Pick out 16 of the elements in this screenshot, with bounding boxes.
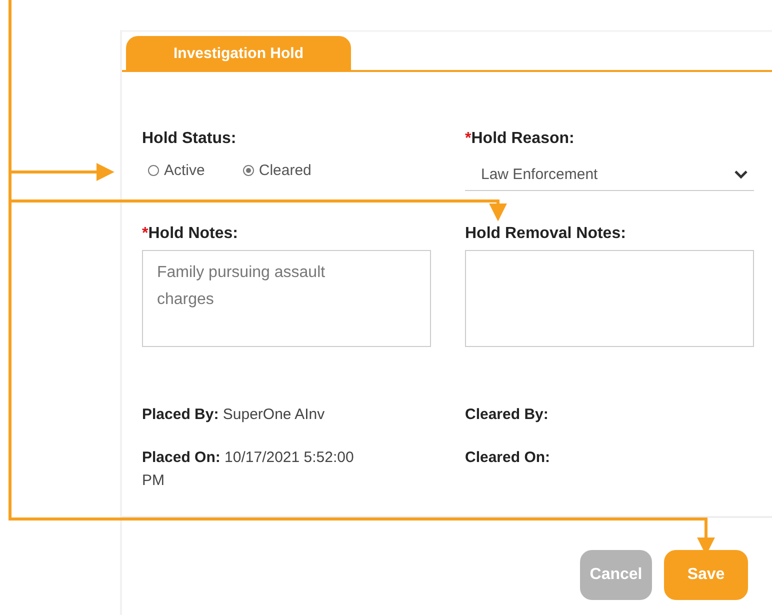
radio-label[interactable]: Cleared [258,162,312,179]
reason-dropdown[interactable]: Law Enforcement [465,158,754,191]
detail-text: Placed On: 10/17/2021 5:52:00 PM [142,448,355,491]
detail-text: Cleared By: [465,405,550,425]
detail-text: Cleared On: [465,448,552,468]
removal-notes-field[interactable] [465,250,754,347]
notes-field[interactable]: Family pursuing assault charges [142,250,431,347]
field-label: Hold Removal Notes: [465,225,626,243]
field-label: Hold Status: [142,130,236,148]
radio-button[interactable] [148,165,159,176]
radio-button[interactable] [242,165,254,176]
field-label: *Hold Reason: [465,130,574,148]
detail-text: Placed By: SuperOne AInv [142,405,326,425]
chevron-down-icon [734,170,748,178]
radio-label[interactable]: Active [164,162,205,179]
field-label: *Hold Notes: [142,225,238,243]
